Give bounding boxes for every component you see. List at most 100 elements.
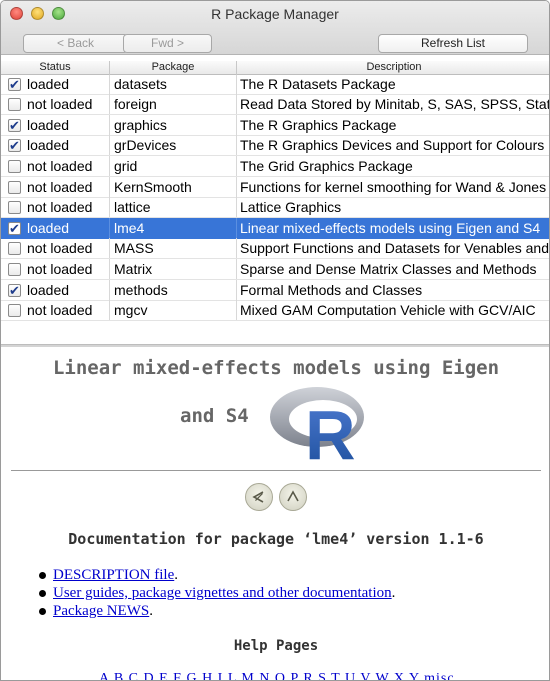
package-name-cell: Matrix <box>110 259 237 279</box>
doc-title-line1: Linear mixed-effects models using Eigen <box>52 357 500 379</box>
description-cell: Sparse and Dense Matrix Classes and Meth… <box>240 261 537 277</box>
status-cell: not loaded <box>1 156 110 176</box>
column-header-package[interactable]: Package <box>110 61 237 75</box>
table-row[interactable]: not loaded lattice Lattice Graphics <box>1 197 549 219</box>
package-name-cell: graphics <box>110 114 237 135</box>
loaded-checkbox[interactable] <box>8 201 21 215</box>
status-label: not loaded <box>27 96 93 113</box>
table-row[interactable]: not loaded mgcv Mixed GAM Computation Vehi… <box>1 300 549 322</box>
status-cell: loaded <box>1 217 110 238</box>
list-item: Package NEWS. <box>37 602 395 620</box>
loaded-checkbox[interactable] <box>8 74 21 94</box>
status-label: not loaded <box>27 302 93 319</box>
loaded-checkbox[interactable] <box>8 218 21 238</box>
status-label: loaded <box>27 281 70 298</box>
list-item: User guides, package vignettes and other… <box>37 584 395 602</box>
package-news-link[interactable]: Package NEWS <box>53 603 149 619</box>
table-row[interactable]: not loaded grid The Grid Graphics Package <box>1 156 549 177</box>
loaded-checkbox[interactable] <box>8 160 21 173</box>
status-label: loaded <box>27 137 70 154</box>
package-name-cell: mgcv <box>110 300 237 321</box>
table-header: Status Package Description <box>1 61 549 75</box>
package-name-cell: datasets <box>110 73 237 94</box>
description-cell: Read Data Stored by Minitab, S, SAS, SPS… <box>240 96 550 113</box>
description-cell: Lattice Graphics <box>240 199 342 216</box>
column-header-description[interactable]: Description <box>237 61 549 75</box>
forward-button[interactable]: Fwd > <box>123 34 212 53</box>
description-cell: Support Functions and Datasets for Venab… <box>240 240 549 257</box>
doc-version-heading: Documentation for package ‘lme4’ version… <box>68 530 484 548</box>
table-row[interactable]: loaded datasetsThe R Datasets Package <box>1 73 549 95</box>
table-row[interactable]: not loaded Matrix Sparse and Dense Matrix … <box>1 259 549 280</box>
status-cell: loaded <box>1 73 110 94</box>
status-label: not loaded <box>27 158 93 174</box>
status-cell: not loaded <box>1 197 110 218</box>
list-item: DESCRIPTION file. <box>37 566 395 584</box>
description-file-link[interactable]: DESCRIPTION file <box>53 567 174 583</box>
horizontal-rule <box>11 470 541 471</box>
help-index-letters[interactable]: A B C D E F G H I L M N O P R S T U V W … <box>99 671 455 680</box>
description-cell: The Grid Graphics Package <box>240 158 413 174</box>
loaded-checkbox[interactable] <box>8 115 21 135</box>
description-cell: The R Graphics Devices and Support for C… <box>240 137 545 154</box>
status-cell: loaded <box>1 114 110 135</box>
status-label: not loaded <box>27 240 93 257</box>
doc-links-list: DESCRIPTION file. User guides, package v… <box>37 566 395 620</box>
status-cell: not loaded <box>1 176 110 197</box>
package-name-cell: methods <box>110 279 237 300</box>
package-table: Status Package Description not loadedcom… <box>1 61 550 344</box>
svg-text:R: R <box>305 396 356 465</box>
description-cell: Mixed GAM Computation Vehicle with GCV/A… <box>240 302 536 319</box>
title-bar: R Package Manager < Back Fwd > Refresh L… <box>1 1 549 55</box>
up-arrow-icon[interactable] <box>279 483 307 511</box>
status-label: loaded <box>27 116 70 133</box>
table-row[interactable]: loaded lme4Linear mixed-effects models us… <box>1 217 549 239</box>
table-row[interactable]: loaded graphicsThe R Graphics Package <box>1 114 549 136</box>
package-name-cell: lme4 <box>110 217 237 238</box>
status-cell: not loaded <box>1 94 110 115</box>
package-name-cell: KernSmooth <box>110 176 237 197</box>
package-name-cell: lattice <box>110 197 237 218</box>
column-header-status[interactable]: Status <box>1 61 110 75</box>
user-guides-link[interactable]: User guides, package vignettes and other… <box>53 585 392 601</box>
package-name-cell: grid <box>110 156 237 176</box>
refresh-list-button[interactable]: Refresh List <box>378 34 528 53</box>
loaded-checkbox[interactable] <box>8 135 21 155</box>
package-name-cell: foreign <box>110 94 237 115</box>
back-button[interactable]: < Back <box>23 34 128 53</box>
description-cell: The R Graphics Package <box>240 116 397 133</box>
package-manager-window: R Package Manager < Back Fwd > Refresh L… <box>0 0 550 681</box>
status-cell: loaded <box>1 279 110 300</box>
help-pages-heading: Help Pages <box>233 638 319 654</box>
status-label: not loaded <box>27 261 93 277</box>
status-label: loaded <box>27 75 70 92</box>
description-cell: Functions for kernel smoothing for Wand … <box>240 178 547 195</box>
status-label: not loaded <box>27 178 93 195</box>
window-title: R Package Manager <box>211 6 339 22</box>
loaded-checkbox[interactable] <box>8 242 21 256</box>
package-name-cell: grDevices <box>110 135 237 156</box>
r-logo: R <box>270 387 364 465</box>
table-row[interactable]: not loaded KernSmooth Functions for kernel… <box>1 176 549 198</box>
table-row[interactable]: loaded methodsFormal Methods and Classes <box>1 279 549 301</box>
doc-navigation <box>245 483 307 511</box>
status-cell: not loaded <box>1 259 110 279</box>
table-row[interactable]: not loaded foreign Read Data Stored by Min… <box>1 94 550 116</box>
description-cell: Linear mixed-effects models using Eigen … <box>240 219 541 236</box>
status-cell: not loaded <box>1 300 110 321</box>
table-row[interactable]: loaded grDevicesThe R Graphics Devices an… <box>1 135 549 157</box>
description-cell: Formal Methods and Classes <box>240 281 423 298</box>
loaded-checkbox[interactable] <box>8 280 21 300</box>
status-label: loaded <box>27 219 70 236</box>
loaded-checkbox[interactable] <box>8 263 21 276</box>
table-row[interactable]: not loaded MASS Support Functions and Data… <box>1 238 549 260</box>
loaded-checkbox[interactable] <box>8 98 21 112</box>
package-name-cell: MASS <box>110 238 237 259</box>
loaded-checkbox[interactable] <box>8 180 21 194</box>
loaded-checkbox[interactable] <box>8 304 21 318</box>
status-label: not loaded <box>27 199 93 216</box>
documentation-pane: Linear mixed-effects models using Eigen … <box>1 347 549 680</box>
status-cell: not loaded <box>1 238 110 259</box>
status-cell: loaded <box>1 135 110 156</box>
left-arrow-icon[interactable] <box>245 483 273 511</box>
